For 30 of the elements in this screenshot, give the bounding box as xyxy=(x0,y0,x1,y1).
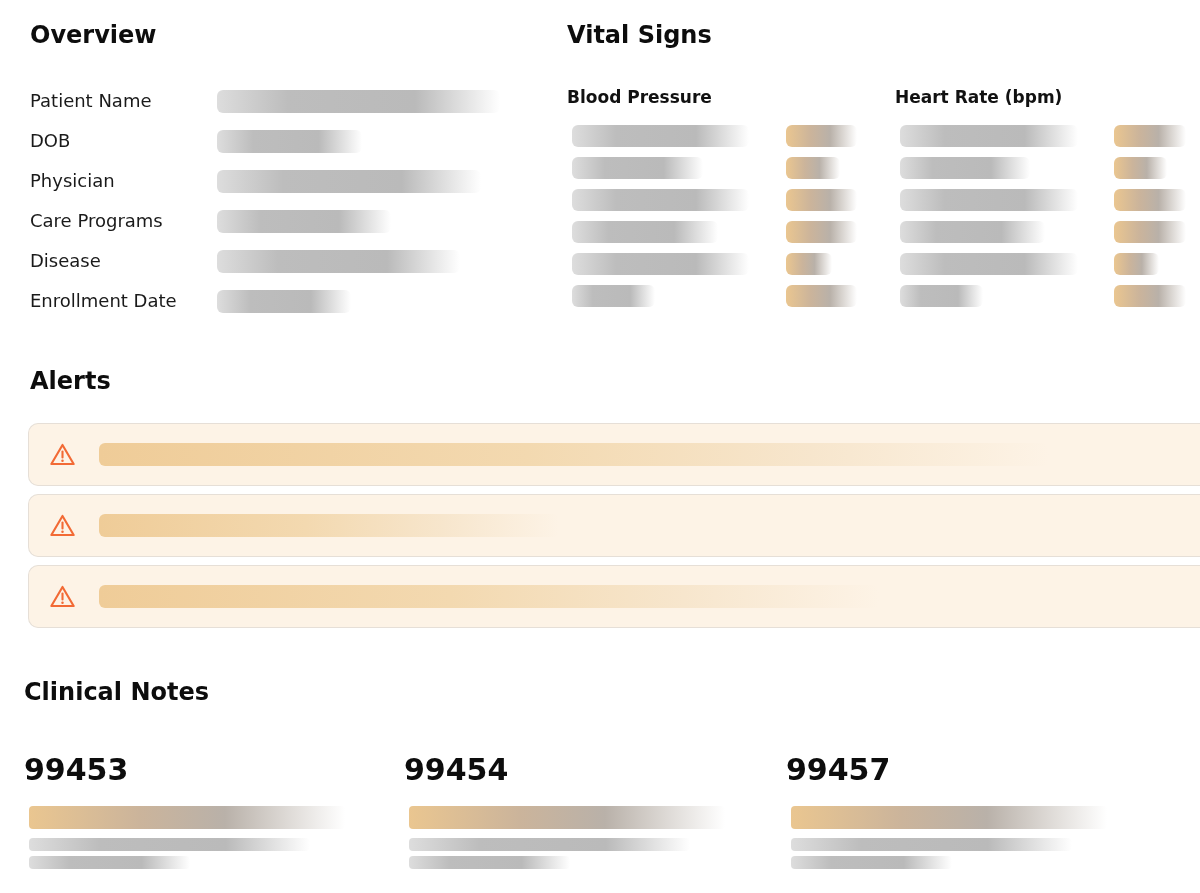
field-label: Disease xyxy=(30,250,101,272)
section-heading: Vital Signs xyxy=(567,20,712,50)
blurred-placeholder-bar xyxy=(1114,221,1186,243)
blurred-placeholder-bar xyxy=(786,253,832,275)
blurred-placeholder-bar xyxy=(786,221,857,243)
billing-code: 99457 xyxy=(786,752,891,788)
warning-icon xyxy=(50,443,75,466)
blurred-placeholder-bar xyxy=(1114,157,1167,179)
warning-icon xyxy=(50,585,75,608)
blurred-placeholder-bar xyxy=(1114,253,1159,275)
field-label: Physician xyxy=(30,170,115,192)
blurred-placeholder-bar xyxy=(786,285,857,307)
blurred-placeholder-bar xyxy=(1114,189,1186,211)
field-label: DOB xyxy=(30,130,71,152)
group-heading: Heart Rate (bpm) xyxy=(895,86,1063,108)
blurred-placeholder-bar xyxy=(786,189,857,211)
warning-icon xyxy=(50,514,75,537)
blurred-placeholder-bar xyxy=(1114,125,1186,147)
section-heading: Overview xyxy=(30,20,157,50)
field-label: Enrollment Date xyxy=(30,290,177,312)
billing-code: 99454 xyxy=(404,752,509,788)
field-label: Patient Name xyxy=(30,90,152,112)
billing-code: 99453 xyxy=(24,752,129,788)
blurred-placeholder-bar xyxy=(786,157,840,179)
section-heading: Clinical Notes xyxy=(24,677,209,707)
blurred-placeholder-bar xyxy=(1114,285,1186,307)
section-heading: Alerts xyxy=(30,366,111,396)
field-label: Care Programs xyxy=(30,210,163,232)
group-heading: Blood Pressure xyxy=(567,86,712,108)
blurred-placeholder-bar xyxy=(786,125,857,147)
